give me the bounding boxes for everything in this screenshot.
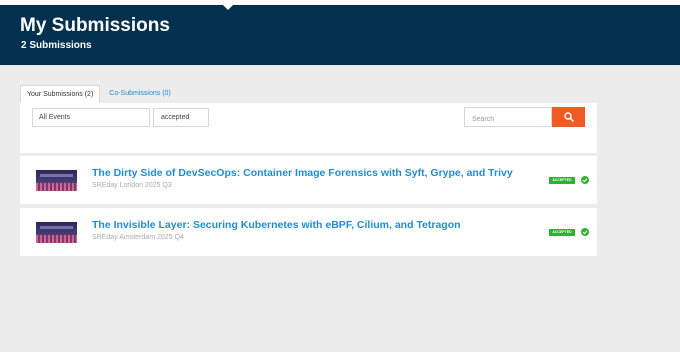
submission-card: The Invisible Layer: Securing Kubernetes… (20, 208, 597, 256)
page-title: My Submissions (20, 15, 170, 36)
search-input[interactable] (464, 107, 552, 127)
submission-title-link[interactable]: The Dirty Side of DevSecOps: Container I… (92, 167, 513, 179)
page-header: My Submissions 2 Submissions (0, 5, 680, 65)
check-circle-icon (581, 228, 589, 236)
filter-panel: All Events accepted (20, 103, 597, 153)
event-thumbnail (36, 170, 77, 191)
search-button[interactable] (552, 107, 585, 127)
menu-pointer-icon (223, 5, 233, 10)
event-name: SREday London 2025 Q3 (92, 182, 172, 189)
event-filter-select[interactable]: All Events (32, 108, 150, 127)
submission-count: 2 Submissions (21, 40, 92, 51)
tab-co-submissions[interactable]: Co-Submissions (0) (100, 85, 176, 103)
submission-tabs: Your Submissions (2) Co-Submissions (0) (20, 85, 177, 103)
tab-your-submissions[interactable]: Your Submissions (2) (20, 85, 101, 103)
status-badge: ACCEPTED (549, 229, 575, 236)
check-circle-icon (581, 176, 589, 184)
event-name: SREday Amsterdam 2025 Q4 (92, 234, 184, 241)
submission-title-link[interactable]: The Invisible Layer: Securing Kubernetes… (92, 219, 461, 231)
event-thumbnail (36, 222, 77, 243)
search-icon (563, 112, 574, 122)
status-filter-select[interactable]: accepted (153, 108, 209, 127)
status-badge: ACCEPTED (549, 177, 575, 184)
submission-card: The Dirty Side of DevSecOps: Container I… (20, 156, 597, 204)
